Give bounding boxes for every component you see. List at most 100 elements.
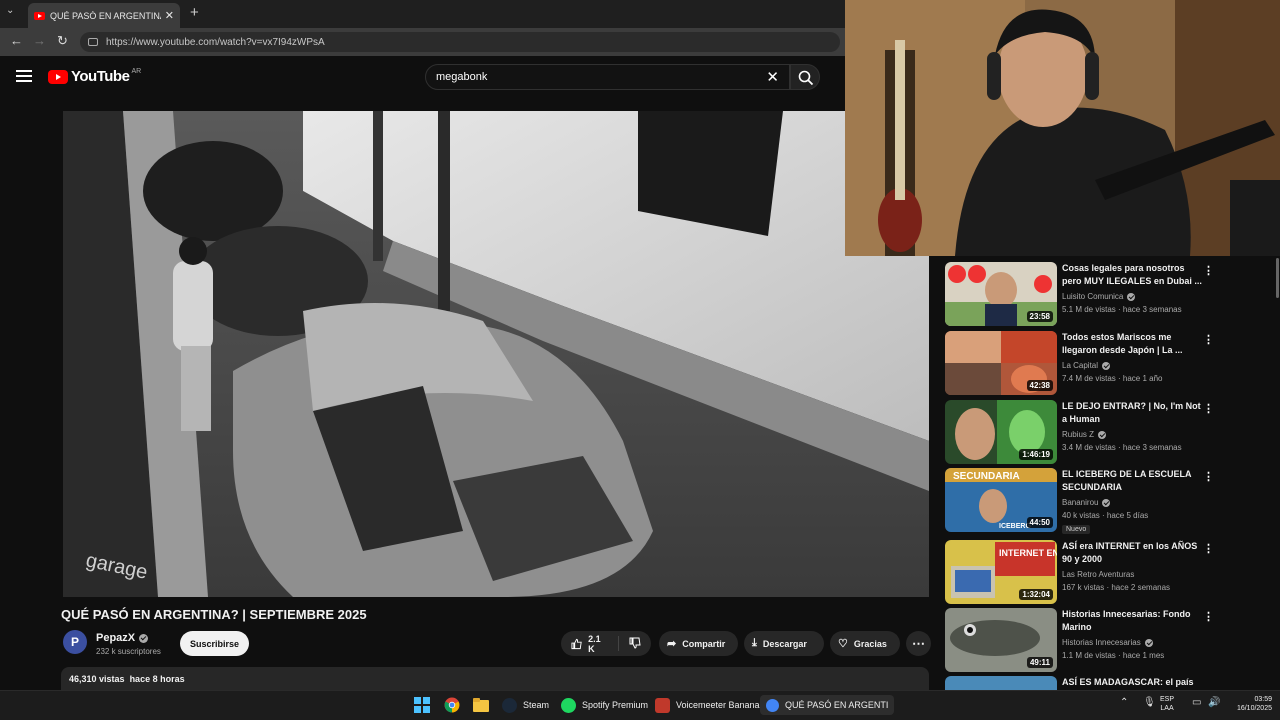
- rec-title[interactable]: ASÍ era INTERNET en los AÑOS 90 y 2000: [1062, 540, 1202, 566]
- rec-duration: 42:38: [1026, 380, 1053, 391]
- rec-meta: 5.1 M de vistas · hace 3 semanas: [1062, 305, 1182, 314]
- menu-icon[interactable]: [16, 70, 32, 82]
- taskbar-voicemeeter[interactable]: Voicemeeter Banana: [655, 697, 760, 713]
- microphone-icon[interactable]: 🎙: [1143, 697, 1156, 708]
- rec-title[interactable]: ASÍ ES MADAGASCAR: el país: [1062, 676, 1202, 689]
- rec-thumbnail[interactable]: SECUNDARIA ICEBERG 44:50: [945, 468, 1057, 532]
- language-indicator[interactable]: ESP LAA: [1160, 695, 1174, 713]
- close-tab-icon[interactable]: ✕: [165, 9, 174, 22]
- dislike-button[interactable]: [619, 637, 651, 651]
- url-text: https://www.youtube.com/watch?v=vx7I94zW…: [106, 36, 325, 48]
- search-input[interactable]: megabonk ✕: [425, 64, 790, 90]
- subscribe-button[interactable]: Suscribirse: [180, 631, 249, 656]
- search-value: megabonk: [436, 71, 488, 83]
- rec-thumbnail[interactable]: 49:11: [945, 608, 1057, 672]
- rec-title[interactable]: EL ICEBERG DE LA ESCUELA SECUNDARIA: [1062, 468, 1202, 494]
- rec-channel-name: Rubius Z: [1062, 430, 1095, 439]
- rec-item[interactable]: 42:38 Todos estos Mariscos me llegaron d…: [945, 331, 1275, 395]
- search-icon: [798, 70, 814, 86]
- like-count: 2.1 K: [588, 633, 601, 654]
- download-icon: ⤓: [752, 637, 757, 649]
- like-button[interactable]: 2.1 K: [561, 633, 619, 654]
- rec-title[interactable]: Cosas legales para nosotros pero MUY ILE…: [1062, 262, 1202, 288]
- rec-menu-icon[interactable]: ⋮: [1203, 470, 1214, 483]
- network-icon[interactable]: ▭: [1192, 697, 1201, 708]
- voicemeeter-label: Voicemeeter Banana: [676, 700, 760, 710]
- taskbar-chrome-pinned[interactable]: [444, 697, 460, 713]
- rec-item[interactable]: 23:58 Cosas legales para nosotros pero M…: [945, 262, 1275, 326]
- verified-icon: [139, 633, 149, 643]
- rec-thumbnail[interactable]: 1:46:19: [945, 400, 1057, 464]
- tray-overflow-icon[interactable]: ⌃: [1120, 697, 1128, 708]
- verified-icon: [1098, 430, 1107, 439]
- share-icon: ➦: [667, 638, 677, 650]
- clock[interactable]: 03:59 16/10/2025: [1224, 695, 1272, 713]
- new-badge: Nuevo: [1062, 525, 1091, 534]
- youtube-play-icon: [48, 69, 68, 84]
- rec-thumbnail[interactable]: INTERNET EN LOS 90 1:32:04: [945, 540, 1057, 604]
- start-button[interactable]: [414, 697, 430, 713]
- rec-menu-icon[interactable]: ⋮: [1203, 264, 1214, 277]
- rec-thumbnail[interactable]: [945, 676, 1057, 690]
- more-actions-button[interactable]: ⋯: [906, 631, 931, 656]
- taskbar-steam[interactable]: Steam: [502, 697, 549, 713]
- rec-duration: 1:46:19: [1019, 449, 1053, 460]
- taskbar-chrome-window[interactable]: QUÉ PASÓ EN ARGENTI: [760, 695, 895, 715]
- rec-meta: 7.4 M de vistas · hace 1 año: [1062, 374, 1163, 383]
- rec-channel-name: La Capital: [1062, 361, 1099, 370]
- new-tab-icon[interactable]: +: [190, 4, 199, 21]
- youtube-logo[interactable]: YouTube AR: [48, 68, 141, 85]
- site-info-icon[interactable]: [88, 38, 98, 46]
- rec-menu-icon[interactable]: ⋮: [1203, 402, 1214, 415]
- url-field[interactable]: https://www.youtube.com/watch?v=vx7I94zW…: [80, 32, 840, 52]
- forward-icon[interactable]: →: [33, 33, 46, 48]
- rec-thumbnail[interactable]: 23:58: [945, 262, 1057, 326]
- reload-icon[interactable]: ↻: [57, 33, 68, 49]
- video-player[interactable]: garage: [63, 111, 929, 597]
- tab-search-icon[interactable]: ⌄: [6, 5, 14, 16]
- rec-thumbnail[interactable]: 42:38: [945, 331, 1057, 395]
- rec-channel[interactable]: Rubius Z: [1062, 430, 1107, 439]
- more-icon: ⋯: [912, 635, 925, 651]
- rec-item[interactable]: INTERNET EN LOS 90 1:32:04 ASÍ era INTER…: [945, 540, 1275, 604]
- volume-icon[interactable]: 🔊: [1208, 697, 1220, 708]
- channel-avatar[interactable]: P: [63, 630, 87, 654]
- voicemeeter-icon: [655, 697, 670, 713]
- share-button[interactable]: ➦ Compartir: [659, 631, 738, 656]
- rec-item[interactable]: 49:11 Historias Innecesarias: Fondo Mari…: [945, 608, 1275, 672]
- rec-item[interactable]: SECUNDARIA ICEBERG 44:50 EL ICEBERG DE LA…: [945, 468, 1275, 534]
- back-icon[interactable]: ←: [10, 33, 23, 48]
- channel-name[interactable]: PepazX: [96, 632, 149, 644]
- rec-menu-icon[interactable]: ⋮: [1203, 610, 1214, 623]
- clear-search-icon[interactable]: ✕: [766, 68, 779, 86]
- windows-icon: [414, 697, 430, 713]
- sidebar-scrollbar[interactable]: [1276, 258, 1279, 298]
- download-button[interactable]: ⤓ Descargar: [744, 631, 824, 656]
- search-button[interactable]: [790, 64, 820, 90]
- steam-label: Steam: [523, 700, 550, 710]
- thumb-text: INTERNET EN LOS 90: [999, 548, 1057, 558]
- webcam-overlay: [845, 0, 1280, 256]
- rec-menu-icon[interactable]: ⋮: [1203, 542, 1214, 555]
- rec-channel[interactable]: La Capital: [1062, 361, 1111, 370]
- taskbar-explorer[interactable]: [473, 697, 489, 713]
- rec-channel[interactable]: Luisito Comunica: [1062, 292, 1136, 301]
- rec-title[interactable]: Historias Innecesarias: Fondo Marino: [1062, 608, 1202, 634]
- rec-menu-icon[interactable]: ⋮: [1203, 333, 1214, 346]
- rec-channel[interactable]: Historias Innecesarias: [1062, 638, 1153, 647]
- chrome-icon: [766, 698, 779, 712]
- rec-item[interactable]: ASÍ ES MADAGASCAR: el país: [945, 676, 1275, 690]
- rec-duration: 23:58: [1026, 311, 1053, 322]
- browser-tab[interactable]: QUÉ PASÓ EN ARGENTINA? | SE ✕: [28, 3, 180, 28]
- taskbar-spotify[interactable]: Spotify Premium: [561, 697, 648, 713]
- rec-title[interactable]: Todos estos Mariscos me llegaron desde J…: [1062, 331, 1202, 357]
- youtube-favicon-icon: [34, 11, 45, 20]
- thanks-button[interactable]: ♡ Gracias: [830, 631, 900, 656]
- rec-channel[interactable]: Bananirou: [1062, 498, 1111, 507]
- folder-icon: [473, 698, 489, 712]
- thanks-icon: ♡: [838, 638, 848, 650]
- rec-title[interactable]: LE DEJO ENTRAR? | No, I'm Not a Human: [1062, 400, 1202, 426]
- rec-channel[interactable]: Las Retro Aventuras: [1062, 570, 1134, 579]
- download-label: Descargar: [762, 638, 807, 649]
- rec-item[interactable]: 1:46:19 LE DEJO ENTRAR? | No, I'm Not a …: [945, 400, 1275, 464]
